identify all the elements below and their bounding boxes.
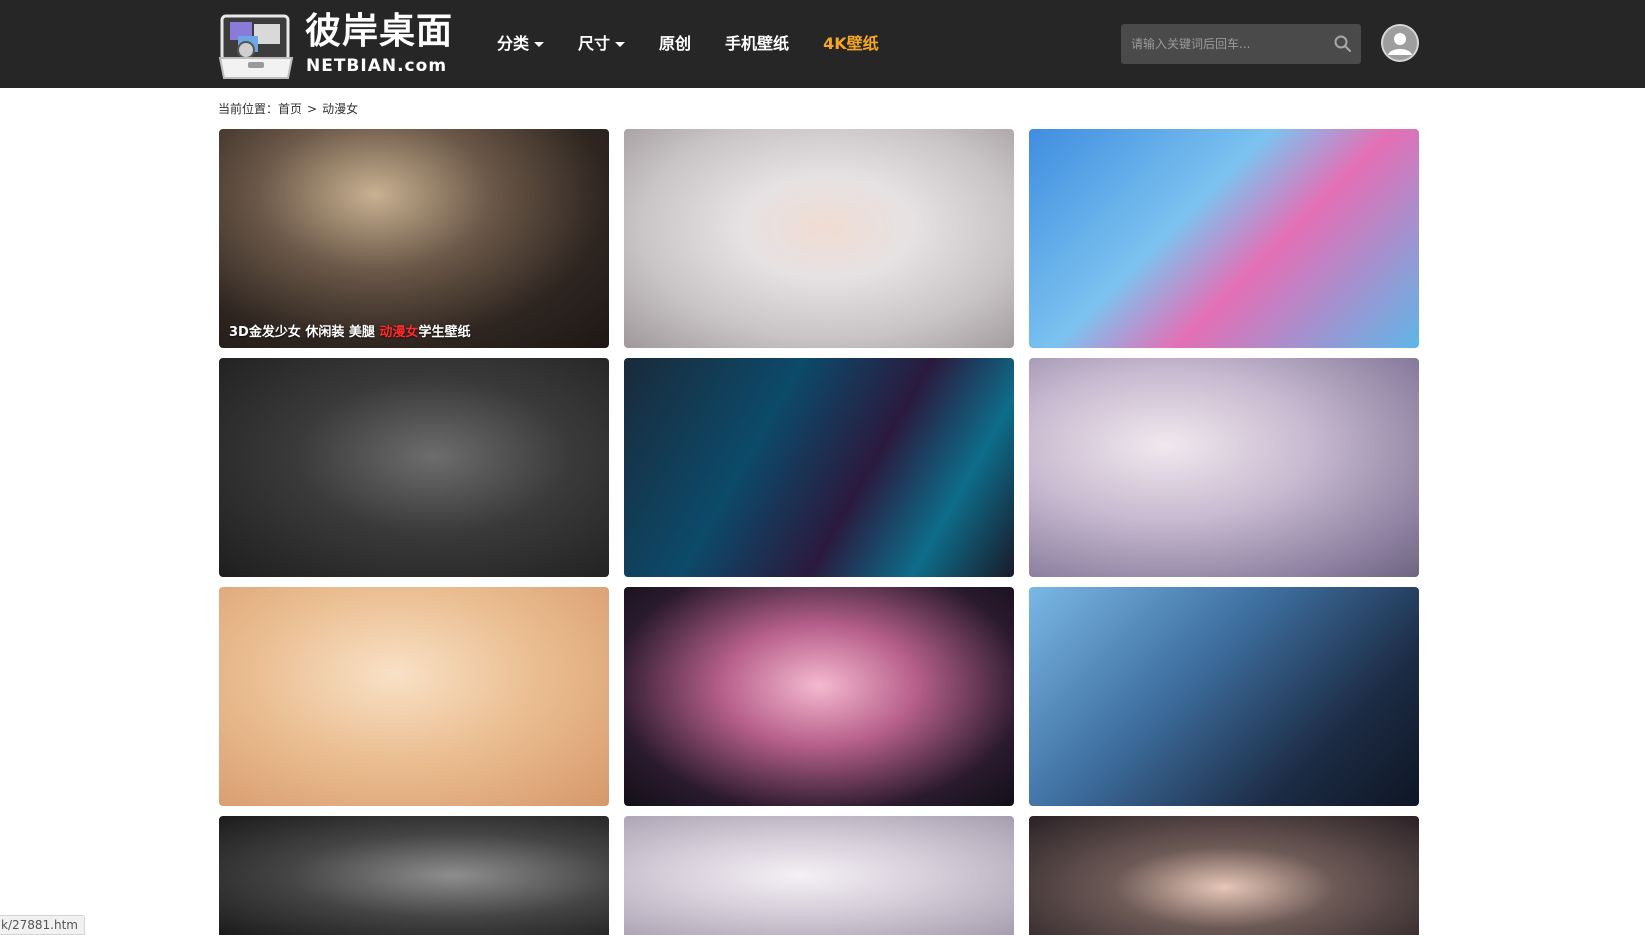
wallpaper-thumb-1[interactable]: 3D金发少女 休闲装 美腿 动漫女学生壁纸 <box>219 129 609 348</box>
wallpaper-thumb-6[interactable] <box>1029 358 1419 577</box>
caret-down-icon <box>534 41 545 47</box>
nav-item-original[interactable]: 原创 <box>659 32 691 56</box>
browser-status-url: k/27881.htm <box>0 915 85 935</box>
search-input[interactable] <box>1121 24 1321 64</box>
wallpaper-thumb-7[interactable] <box>219 587 609 806</box>
wallpaper-thumb-2[interactable] <box>624 129 1014 348</box>
wallpaper-thumb-11[interactable] <box>624 816 1014 935</box>
search-icon[interactable] <box>1333 34 1353 54</box>
logo-title: 彼岸桌面 <box>305 11 454 52</box>
nav-item-category[interactable]: 分类 <box>497 32 545 56</box>
nav-item-mobile-wallpaper[interactable]: 手机壁纸 <box>725 32 789 56</box>
logo-box-icon <box>218 14 294 79</box>
caption-text-end: 学生壁纸 <box>418 325 471 340</box>
caption-text: 3D金发少女 休闲装 美腿 <box>229 325 380 340</box>
wallpaper-thumb-4[interactable] <box>219 358 609 577</box>
nav-item-4k-wallpaper[interactable]: 4K壁纸 <box>823 32 879 56</box>
nav-item-label: 尺寸 <box>578 34 611 53</box>
nav-item-label: 4K壁纸 <box>823 34 879 53</box>
nav-item-label: 分类 <box>497 34 530 53</box>
wallpaper-thumb-3[interactable] <box>1029 129 1419 348</box>
logo-subtitle: NETBIAN.com <box>306 56 448 76</box>
caption-highlight: 动漫女 <box>379 325 419 340</box>
nav-item-size[interactable]: 尺寸 <box>578 32 626 56</box>
breadcrumb: 当前位置：首页 > 动漫女 <box>218 101 358 117</box>
breadcrumb-separator: > <box>307 102 318 116</box>
wallpaper-thumb-9[interactable] <box>1029 587 1419 806</box>
search-box <box>1121 24 1361 64</box>
wallpaper-thumb-5[interactable] <box>624 358 1014 577</box>
wallpaper-thumb-10[interactable] <box>219 816 609 935</box>
user-icon <box>1381 24 1419 62</box>
caret-down-icon <box>615 41 626 47</box>
wallpaper-thumb-12[interactable] <box>1029 816 1419 935</box>
nav-item-label: 手机壁纸 <box>725 34 790 53</box>
wallpaper-caption: 3D金发少女 休闲装 美腿 动漫女学生壁纸 <box>229 321 470 340</box>
breadcrumb-home-link[interactable]: 首页 <box>278 102 302 116</box>
main-nav: 分类 尺寸 原创 手机壁纸 4K壁纸 <box>497 32 913 56</box>
breadcrumb-current[interactable]: 动漫女 <box>322 102 358 116</box>
site-logo[interactable]: 彼岸桌面 NETBIAN.com <box>218 8 466 82</box>
nav-item-label: 原创 <box>659 34 692 53</box>
breadcrumb-prefix: 当前位置： <box>218 102 279 116</box>
top-navigation-bar: 彼岸桌面 NETBIAN.com 分类 尺寸 原创 手机壁纸 4K壁纸 <box>0 0 1645 88</box>
wallpaper-thumb-8[interactable] <box>624 587 1014 806</box>
user-avatar[interactable] <box>1381 24 1419 62</box>
